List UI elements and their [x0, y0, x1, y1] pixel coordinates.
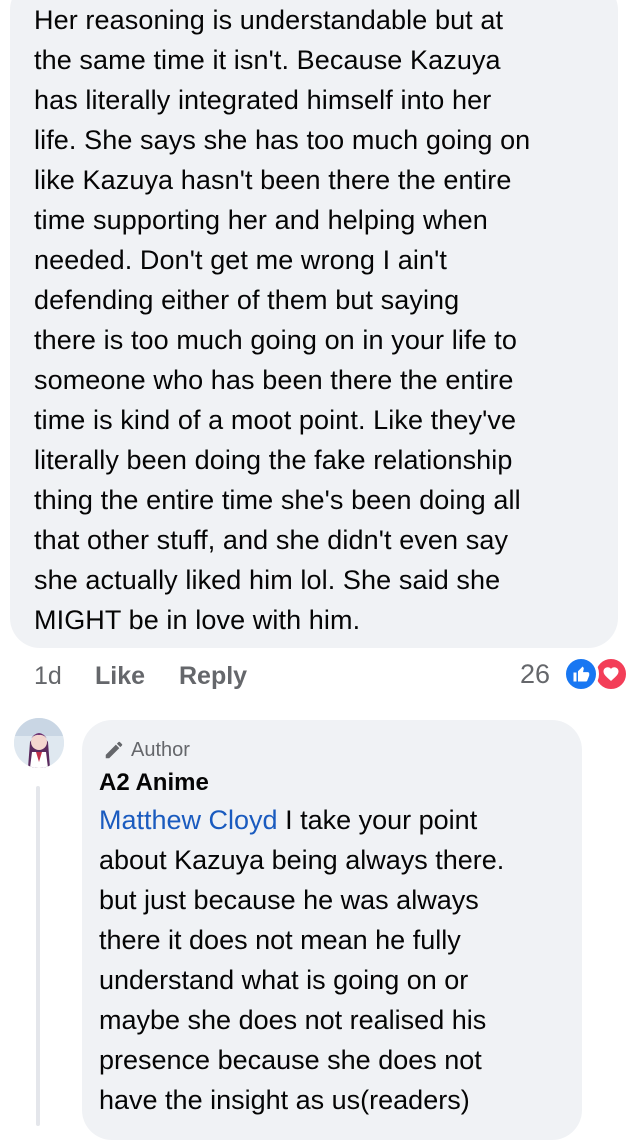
comment-line: she actually liked him lol. She said she — [34, 565, 501, 595]
reply-line: presence because she does not — [99, 1045, 482, 1075]
comment-line: defending either of them but saying — [34, 285, 460, 315]
reply-line: there it does not mean he fully — [99, 925, 461, 955]
reply-line: but just because he was always — [99, 885, 479, 915]
comment-line: there is too much going on in your life … — [34, 325, 517, 355]
reaction-count[interactable]: 26 — [520, 654, 550, 694]
reply-line: understand what is going on or — [99, 965, 469, 995]
comment-line: like Kazuya hasn't been there the entire — [34, 165, 512, 195]
reply-line: maybe she does not realised his — [99, 1005, 487, 1035]
comment-line: time supporting her and helping when — [34, 205, 488, 235]
mention-link[interactable]: Matthew Cloyd — [99, 805, 278, 835]
comment-text: Her reasoning is understandable but at t… — [34, 0, 614, 640]
reply-line: have the insight as us(readers) — [99, 1085, 470, 1115]
reply-line: about Kazuya being always there. — [99, 845, 505, 875]
avatar[interactable] — [14, 718, 64, 768]
comment-line: someone who has been there the entire — [34, 365, 514, 395]
comment-line: has literally integrated himself into he… — [34, 85, 492, 115]
comment-line: literally been doing the fake relationsh… — [34, 445, 513, 475]
reply-first-line-text: I take your point — [277, 805, 478, 835]
author-badge: Author — [103, 736, 190, 764]
author-badge-label: Author — [131, 739, 190, 761]
comment-line: life. She says she has too much going on — [34, 125, 531, 155]
author-name[interactable]: A2 Anime — [99, 767, 209, 799]
thread-line — [36, 786, 40, 1126]
reply-line: Matthew Cloyd I take your point — [99, 800, 579, 840]
comment-line: MIGHT be in love with him. — [34, 605, 361, 635]
reply-button[interactable]: Reply — [179, 656, 247, 696]
comment-line: the same time it isn't. Because Kazuya — [34, 45, 501, 75]
comment-line: Her reasoning is understandable but at — [34, 5, 504, 35]
like-button[interactable]: Like — [95, 656, 145, 696]
like-icon — [563, 656, 599, 692]
reply-text: Matthew Cloyd I take your point about Ka… — [99, 800, 579, 1120]
comment-line: needed. Don't get me wrong I ain't — [34, 245, 447, 275]
comment-line: thing the entire time she's been doing a… — [34, 485, 521, 515]
comment-line: time is kind of a moot point. Like they'… — [34, 405, 517, 435]
comment-line: that other stuff, and she didn't even sa… — [34, 525, 509, 555]
pencil-icon — [105, 741, 123, 759]
reaction-icons[interactable] — [563, 656, 633, 692]
comment-timestamp[interactable]: 1d — [34, 656, 62, 696]
